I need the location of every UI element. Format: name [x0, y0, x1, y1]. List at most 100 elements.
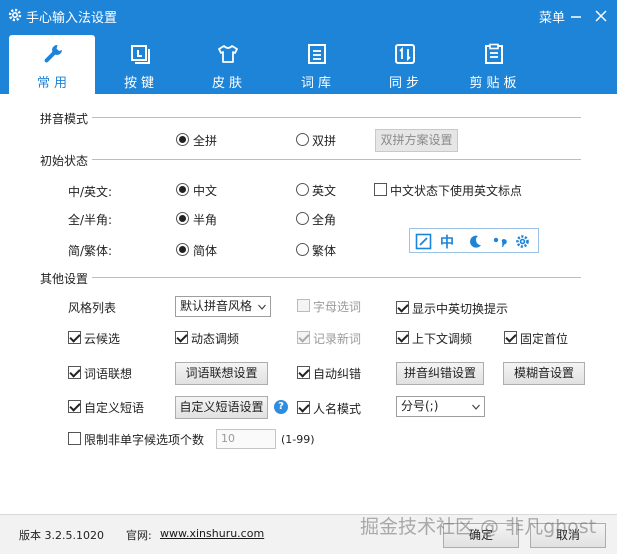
full-pinyin-radio[interactable]	[176, 133, 189, 146]
half-width-radio[interactable]	[176, 212, 189, 225]
full-width-radio[interactable]	[296, 212, 309, 225]
word-assoc-checkbox[interactable]	[68, 366, 81, 379]
limit-candidates-label[interactable]: 限制非单字候选项个数	[84, 431, 204, 448]
gear-icon	[516, 235, 529, 248]
limit-candidates-checkbox[interactable]	[68, 432, 81, 445]
divider	[40, 277, 581, 278]
custom-phrase-settings-button[interactable]: 自定义短语设置	[175, 396, 268, 419]
half-width-label[interactable]: 半角	[193, 211, 217, 228]
tab-bar: 常用 按键 皮肤 词库 同步 剪贴板	[0, 32, 617, 94]
tab-label: 剪贴板	[469, 76, 521, 91]
traditional-label[interactable]: 繁体	[312, 242, 336, 259]
pinyin-correct-settings-button[interactable]: 拼音纠错设置	[396, 362, 484, 385]
chinese-radio[interactable]	[176, 183, 189, 196]
keyboard-pen-icon	[415, 233, 432, 250]
fuzzy-sound-settings-button[interactable]: 模糊音设置	[503, 362, 585, 385]
style-select-value: 默认拼音风格	[180, 299, 253, 313]
website-label: 官网:	[126, 529, 152, 542]
auto-correct-checkbox[interactable]	[297, 366, 310, 379]
en-punct-checkbox[interactable]	[374, 183, 387, 196]
version-label: 版本 3.2.5.1020	[19, 529, 104, 542]
record-new-words-label[interactable]: 记录新词	[313, 330, 361, 347]
section-initial-state: 初始状态	[40, 152, 93, 169]
tab-label: 词库	[300, 76, 335, 91]
section-pinyin-mode: 拼音模式	[40, 110, 93, 127]
letter-select-checkbox[interactable]	[297, 299, 310, 312]
divider	[40, 117, 581, 118]
english-radio[interactable]	[296, 183, 309, 196]
custom-phrase-checkbox[interactable]	[68, 400, 81, 413]
wrench-icon	[44, 45, 62, 63]
tab-lexicon[interactable]: 词库	[273, 35, 359, 94]
en-punct-label[interactable]: 中文状态下使用英文标点	[390, 182, 522, 199]
tab-label: 同步	[388, 76, 423, 91]
section-other-settings: 其他设置	[40, 270, 93, 287]
cn-en-label: 中/英文:	[68, 185, 113, 199]
chevron-down-icon	[258, 304, 266, 310]
english-label[interactable]: 英文	[312, 182, 336, 199]
half-width-moon-icon	[470, 235, 481, 248]
minimize-icon[interactable]	[566, 6, 586, 26]
show-switch-hint-label[interactable]: 显示中英切换提示	[412, 300, 508, 317]
clipboard-icon	[485, 43, 503, 64]
shirt-icon	[218, 45, 238, 63]
name-mode-label[interactable]: 人名模式	[313, 400, 361, 417]
window-title: 手心输入法设置	[26, 11, 118, 26]
style-select[interactable]: 默认拼音风格	[175, 296, 271, 317]
word-assoc-label[interactable]: 词语联想	[84, 365, 132, 382]
double-pinyin-radio[interactable]	[296, 133, 309, 146]
tab-label: 皮肤	[211, 76, 246, 91]
sync-icon	[395, 44, 415, 64]
name-mode-select[interactable]: 分号(;)	[396, 396, 485, 417]
dynamic-freq-checkbox[interactable]	[175, 331, 188, 344]
double-pinyin-label[interactable]: 双拼	[312, 132, 336, 149]
word-assoc-settings-button[interactable]: 词语联想设置	[175, 362, 268, 385]
full-width-label[interactable]: 全角	[312, 211, 336, 228]
status-bar-preview: 中	[409, 228, 539, 253]
chinese-mode-icon: 中	[440, 235, 454, 251]
dynamic-freq-label[interactable]: 动态调频	[191, 330, 239, 347]
menu-button[interactable]: 菜单	[539, 7, 565, 26]
double-scheme-button[interactable]: 双拼方案设置	[375, 129, 458, 152]
tab-sync[interactable]: 同步	[361, 35, 447, 94]
limit-range-label: (1-99)	[281, 433, 315, 446]
lexicon-icon	[308, 44, 326, 64]
style-list-label: 风格列表	[68, 301, 117, 315]
watermark: 掘金技术社区 @ 非凡ghost	[360, 516, 597, 538]
chevron-down-icon	[472, 404, 480, 410]
script-label: 简/繁体:	[68, 244, 113, 258]
custom-phrase-label[interactable]: 自定义短语	[84, 399, 144, 416]
website-link[interactable]: www.xinshuru.com	[160, 527, 264, 540]
full-pinyin-label[interactable]: 全拼	[193, 132, 217, 149]
tab-common[interactable]: 常用	[9, 35, 95, 94]
chinese-label[interactable]: 中文	[193, 182, 217, 199]
simplified-label[interactable]: 简体	[193, 242, 217, 259]
fixed-first-label[interactable]: 固定首位	[520, 330, 568, 347]
keyboard-key-icon	[131, 45, 150, 64]
auto-correct-label[interactable]: 自动纠错	[313, 365, 361, 382]
width-label: 全/半角:	[68, 213, 113, 227]
limit-value-input[interactable]: 10	[216, 429, 276, 449]
context-freq-checkbox[interactable]	[396, 331, 409, 344]
close-icon[interactable]	[591, 6, 611, 26]
tab-label: 按键	[123, 76, 158, 91]
letter-select-label[interactable]: 字母选词	[313, 298, 361, 315]
tab-clipboard[interactable]: 剪贴板	[450, 35, 536, 94]
cloud-candidates-label[interactable]: 云候选	[84, 330, 120, 347]
punctuation-icon	[493, 237, 507, 248]
divider	[40, 159, 581, 160]
tab-keys[interactable]: 按键	[96, 35, 182, 94]
simplified-radio[interactable]	[176, 243, 189, 256]
title-bar: 手心输入法设置 菜单	[0, 0, 617, 32]
fixed-first-checkbox[interactable]	[504, 331, 517, 344]
settings-gear-icon	[8, 8, 22, 22]
tab-skin[interactable]: 皮肤	[184, 35, 270, 94]
record-new-words-checkbox[interactable]	[297, 331, 310, 344]
show-switch-hint-checkbox[interactable]	[396, 301, 409, 314]
traditional-radio[interactable]	[296, 243, 309, 256]
tab-label: 常用	[36, 76, 71, 91]
context-freq-label[interactable]: 上下文调频	[412, 330, 472, 347]
help-icon[interactable]: ?	[274, 400, 288, 414]
cloud-candidates-checkbox[interactable]	[68, 331, 81, 344]
name-mode-checkbox[interactable]	[297, 401, 310, 414]
